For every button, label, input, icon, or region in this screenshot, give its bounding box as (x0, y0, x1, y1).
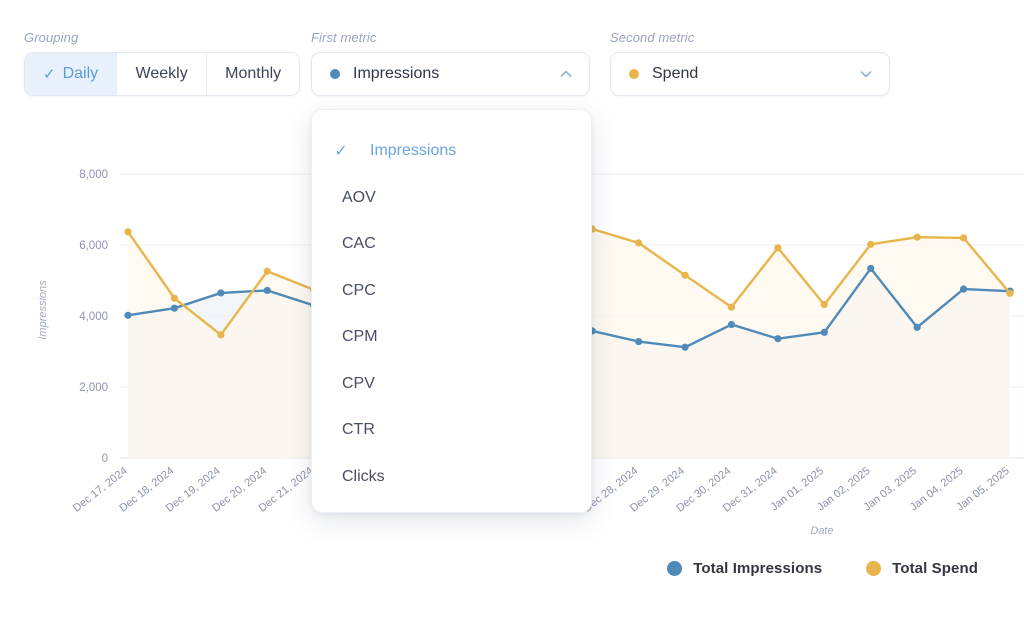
data-point[interactable] (727, 320, 736, 329)
legend-dot-total-spend (866, 561, 882, 576)
grouping-segmented-control[interactable]: ✓ Daily Weekly Monthly (24, 52, 301, 96)
data-point[interactable] (124, 311, 132, 319)
data-point[interactable] (263, 286, 271, 295)
second-metric-value: Spend (652, 65, 699, 82)
controls-bar: Grouping ✓ Daily Weekly Monthly First me… (0, 0, 1024, 110)
legend-label-total-impressions: Total Impressions (693, 560, 823, 577)
first-metric-label: First metric (311, 30, 377, 45)
data-point[interactable] (913, 233, 921, 241)
x-axis-title: Date (810, 525, 833, 537)
data-point[interactable] (263, 267, 271, 275)
chevron-down-icon (859, 67, 873, 81)
second-metric-label: Second metric (610, 30, 695, 45)
second-metric-select[interactable]: Spend (610, 52, 890, 96)
data-point[interactable] (635, 337, 643, 346)
data-point[interactable] (820, 328, 828, 336)
y-axis-tick: 8,000 (79, 169, 108, 181)
grouping-control: Grouping ✓ Daily Weekly Monthly (24, 30, 301, 96)
data-point[interactable] (867, 240, 875, 248)
first-metric-value: Impressions (353, 65, 440, 82)
data-point[interactable] (635, 239, 643, 247)
legend-item-total-impressions[interactable]: Total Impressions (667, 560, 822, 577)
legend-dot-total-impressions (667, 561, 683, 576)
menu-item-cpm-label: CPM (342, 328, 378, 346)
menu-item-cac-label: CAC (342, 235, 376, 253)
grouping-label: Grouping (24, 30, 79, 45)
menu-item-impressions[interactable]: ✓ Impressions (312, 128, 591, 175)
y-axis-title: Impressions (37, 280, 49, 340)
first-metric-control: First metric Impressions (311, 30, 590, 96)
chart-legend: Total Impressions Total Spend (667, 560, 978, 577)
grouping-option-daily[interactable]: ✓ Daily (25, 53, 118, 95)
grouping-option-weekly-label: Weekly (135, 65, 188, 82)
grouping-option-daily-label: Daily (62, 65, 99, 82)
first-metric-select[interactable]: Impressions (311, 52, 590, 96)
data-point[interactable] (959, 285, 968, 293)
data-point[interactable] (820, 301, 828, 309)
y-axis-tick: 6,000 (79, 240, 108, 252)
data-point[interactable] (959, 234, 968, 242)
menu-item-ctr[interactable]: CTR (312, 407, 591, 454)
first-metric-color-dot (330, 69, 340, 79)
data-point[interactable] (867, 264, 875, 273)
y-axis-tick: 2,000 (79, 382, 108, 394)
data-point[interactable] (681, 271, 689, 279)
check-icon: ✓ (334, 143, 348, 161)
menu-item-cpv-label: CPV (342, 374, 375, 392)
menu-item-cac[interactable]: CAC (312, 221, 591, 268)
data-point[interactable] (217, 331, 225, 339)
menu-item-clicks[interactable]: Clicks (312, 454, 591, 501)
menu-item-cpm[interactable]: CPM (312, 314, 591, 361)
data-point[interactable] (774, 335, 782, 343)
grouping-option-weekly[interactable]: Weekly (117, 53, 208, 95)
data-point[interactable] (1006, 289, 1014, 297)
second-metric-color-dot (629, 69, 639, 79)
menu-item-ctr-label: CTR (342, 421, 375, 439)
data-point[interactable] (217, 289, 225, 297)
data-point[interactable] (681, 343, 689, 351)
first-metric-dropdown-menu[interactable]: ✓ Impressions AOV CAC CPC CPM CPV CTR Cl… (311, 109, 592, 513)
menu-item-cpv[interactable]: CPV (312, 361, 591, 408)
grouping-option-monthly[interactable]: Monthly (207, 53, 300, 95)
y-axis-tick: 4,000 (79, 311, 108, 323)
data-point[interactable] (170, 294, 179, 302)
data-point[interactable] (727, 303, 736, 311)
legend-item-total-spend[interactable]: Total Spend (866, 560, 978, 577)
legend-label-total-spend: Total Spend (892, 560, 978, 577)
menu-item-cpc[interactable]: CPC (312, 268, 591, 315)
menu-item-aov[interactable]: AOV (312, 175, 591, 222)
data-point[interactable] (774, 244, 782, 252)
data-point[interactable] (124, 228, 132, 236)
data-point[interactable] (913, 323, 921, 331)
menu-item-impressions-label: Impressions (370, 142, 457, 160)
chevron-up-icon (559, 67, 573, 81)
menu-item-cpc-label: CPC (342, 281, 376, 299)
y-axis-tick: 0 (102, 453, 108, 465)
check-icon: ✓ (43, 65, 56, 83)
menu-item-aov-label: AOV (342, 188, 376, 206)
second-metric-control: Second metric Spend (610, 30, 890, 96)
grouping-option-monthly-label: Monthly (225, 65, 282, 82)
data-point[interactable] (170, 304, 179, 312)
menu-item-clicks-label: Clicks (342, 467, 385, 485)
